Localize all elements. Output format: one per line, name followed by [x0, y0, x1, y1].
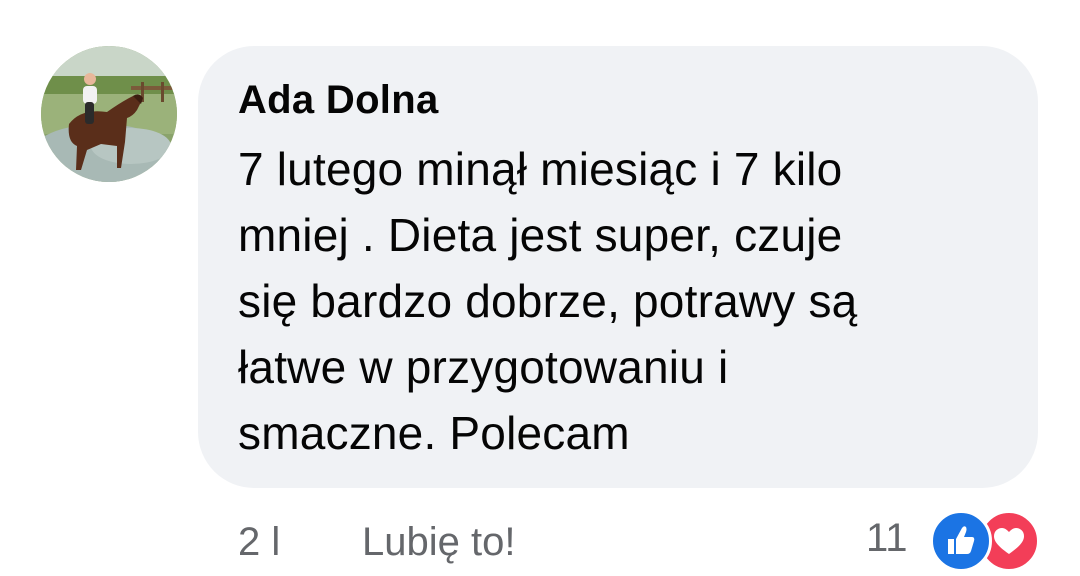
reactions-summary[interactable] — [930, 510, 1042, 572]
comment-actions: 2 l Lubię to! 11 — [0, 506, 1080, 576]
reaction-count[interactable]: 11 — [866, 514, 908, 562]
like-button[interactable]: Lubię to! — [362, 518, 515, 566]
comment-bubble: Ada Dolna 7 lutego minął miesiąc i 7 kil… — [198, 46, 1038, 488]
author-name[interactable]: Ada Dolna — [238, 76, 998, 124]
comment: Ada Dolna 7 lutego minął miesiąc i 7 kil… — [0, 0, 1080, 576]
comment-text: 7 lutego minął miesiąc i 7 kilo mniej . … — [238, 136, 998, 466]
avatar[interactable] — [41, 46, 177, 182]
like-icon — [930, 510, 992, 572]
comment-text-line: się bardzo dobrze, potrawy są — [238, 275, 858, 327]
comment-text-line: łatwe w przygotowaniu i — [238, 341, 729, 393]
comment-timestamp[interactable]: 2 l — [238, 518, 280, 566]
comment-text-line: 7 lutego minął miesiąc i 7 kilo — [238, 143, 843, 195]
comment-text-line: mniej . Dieta jest super, czuje — [238, 209, 843, 261]
comment-text-line: smaczne. Polecam — [238, 407, 630, 459]
avatar-photo — [41, 46, 177, 182]
